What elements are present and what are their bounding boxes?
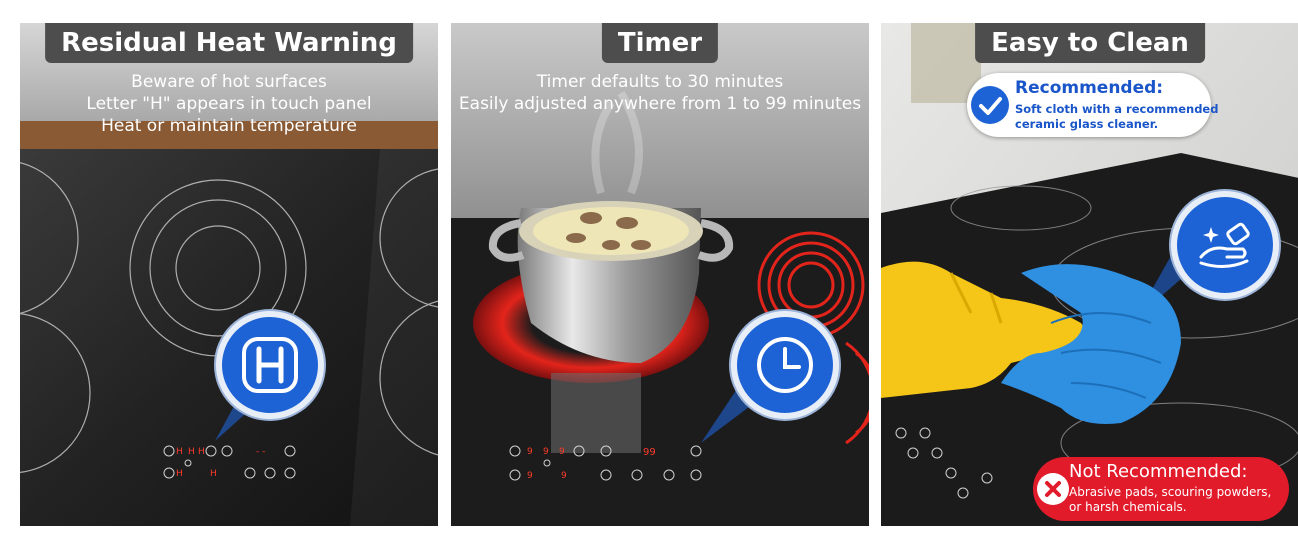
not-recommended-title: Not Recommended: [1069,461,1248,482]
not-recommended-line: or harsh chemicals. [1069,500,1187,514]
svg-text:H: H [176,469,183,479]
timer-display: 99 [643,447,656,458]
svg-text:H: H [210,469,217,479]
svg-text:9: 9 [527,471,533,481]
clock-icon [757,337,813,393]
not-recommended-line: Abrasive pads, scouring powders, [1069,485,1272,499]
description-line: Beware of hot surfaces [131,72,327,92]
svg-text:9: 9 [559,447,565,457]
letter-h-badge [216,311,324,419]
cleaning-badge [1171,191,1279,299]
x-icon [1045,481,1061,497]
x-badge [1037,473,1069,505]
easy-clean-panel: Easy to Clean Recommended: Soft cloth wi… [881,23,1298,526]
timer-panel: 999 99 99 Timer Timer defaults to 30 min… [451,23,869,526]
svg-text:9: 9 [543,447,549,457]
description-line: Letter "H" appears in touch panel [86,94,372,114]
timer-display-value: 99 [643,447,656,458]
panel-title: Timer [601,23,719,63]
cleaning-hand-icon [1199,222,1250,268]
check-icon [979,97,1002,115]
svg-text:H: H [176,447,183,457]
description-line: Timer defaults to 30 minutes [536,72,784,92]
recommended-line: ceramic glass cleaner. [1015,117,1159,131]
svg-text:9: 9 [527,447,533,457]
description-line: Easily adjusted anywhere from 1 to 99 mi… [458,94,862,114]
recommended-callout: Recommended: Soft cloth with a recommend… [967,73,1218,137]
recommended-line: Soft cloth with a recommended [1015,102,1219,116]
panel-description: Timer defaults to 30 minutes Easily adju… [451,71,869,115]
panel-description: Beware of hot surfaces Letter "H" appear… [20,71,438,137]
svg-text:H: H [188,447,195,457]
letter-h-icon [242,337,298,393]
svg-text:- -: - - [256,447,265,457]
svg-text:9: 9 [561,471,567,481]
panel-title: Residual Heat Warning [45,23,413,63]
panel-title: Easy to Clean [975,23,1205,63]
clock-badge [731,311,839,419]
residual-heat-panel: HHH HH - - Residual Heat Warning Beware … [20,23,438,526]
description-line: Heat or maintain temperature [101,116,357,136]
recommended-title: Recommended: [1015,78,1164,98]
check-badge [971,86,1009,124]
svg-text:H: H [198,447,205,457]
not-recommended-callout: Not Recommended: Abrasive pads, scouring… [1033,457,1289,521]
